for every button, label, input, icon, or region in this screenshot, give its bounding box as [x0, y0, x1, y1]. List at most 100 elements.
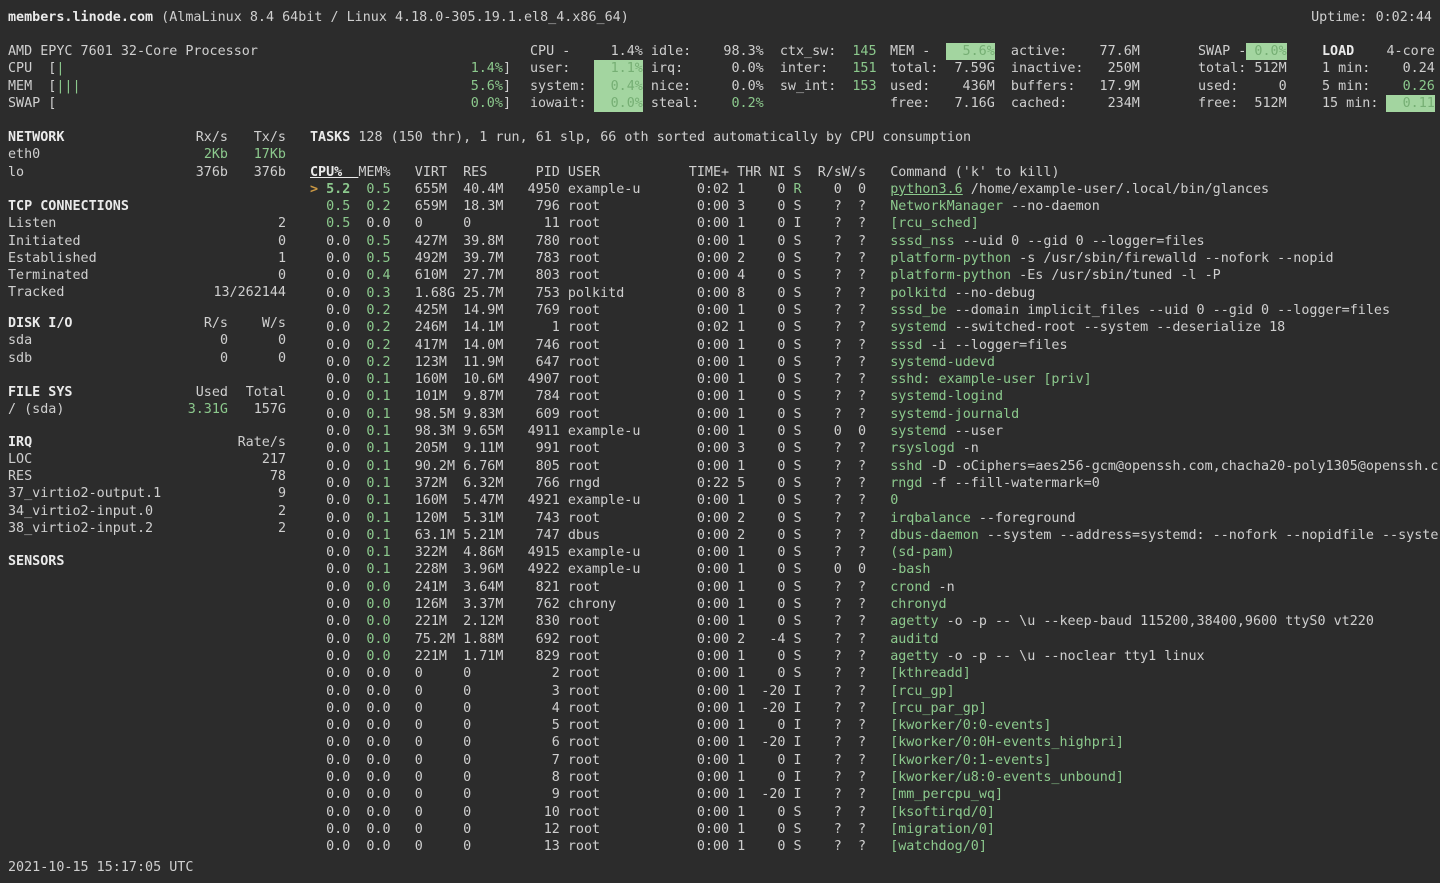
cell-status: S — [794, 233, 802, 250]
cell-mem: 0.0 — [358, 838, 390, 855]
cell-thr: 2 — [737, 527, 761, 544]
bar-fill: ||| — [56, 78, 470, 95]
spacer — [350, 388, 358, 405]
sort-marker-icon — [310, 596, 318, 613]
cell-ws: 0 — [842, 423, 866, 440]
column-cpu: CPU% — [310, 164, 358, 181]
cell-res: 40.4M — [463, 181, 511, 198]
cell-thr: 1 — [737, 734, 761, 751]
cell-ni: 0 — [761, 544, 785, 561]
row-value-1: 0 — [220, 350, 228, 367]
spacer — [729, 734, 737, 751]
spacer — [729, 683, 737, 700]
spacer — [391, 233, 415, 250]
cell-pid: 4950 — [511, 181, 559, 198]
spacer — [802, 371, 818, 388]
cell-cpu: 0.0 — [318, 337, 350, 354]
mem-stat-line: used:436M buffers:17.9M — [890, 78, 1140, 95]
section-title: FILE SYS — [8, 385, 73, 400]
cell-status: S — [794, 648, 802, 665]
data-row: Established1 — [8, 250, 286, 267]
row-name: 38_virtio2-input.2 — [8, 521, 153, 536]
spacer — [729, 164, 737, 181]
spacer — [391, 786, 415, 803]
cell-cpu: 0.0 — [318, 804, 350, 821]
cell-command-args: -D -oCiphers=aes256-gcm@openssh.com,chac… — [922, 459, 1438, 474]
cell-ws: ? — [842, 734, 866, 751]
cell-mem: 0.2 — [358, 319, 390, 336]
cell-virt: 492M — [415, 250, 463, 267]
cell-command-name: [kworker/0:0H-events_highpri] — [890, 735, 1124, 750]
cpu-stat-cell: steal: — [651, 95, 707, 112]
data-row: Terminated0 — [8, 267, 286, 284]
cell-rs: ? — [818, 769, 842, 786]
cell-cpu: 0.0 — [318, 371, 350, 388]
spacer — [729, 440, 737, 457]
spacer — [350, 250, 358, 267]
cell-time: 0:00 — [648, 388, 729, 405]
load-stat-line: 5 min:0.26 — [1322, 78, 1435, 95]
cell-cpu: 0.0 — [318, 423, 350, 440]
cell-thr: 1 — [737, 838, 761, 855]
spacer — [350, 752, 358, 769]
spacer — [866, 250, 890, 267]
row-value-2: 0 — [278, 267, 286, 284]
cell-pid: 753 — [511, 285, 559, 302]
cell-ni: -20 — [761, 734, 785, 751]
cell-time: 0:00 — [648, 215, 729, 232]
data-row: RES78 — [8, 468, 286, 485]
cell-pid: 4907 — [511, 371, 559, 388]
cell-status: S — [794, 596, 802, 613]
cell-virt: 0 — [415, 215, 463, 232]
cell-res: 0 — [463, 821, 511, 838]
cell-time: 0:00 — [648, 665, 729, 682]
sort-marker-icon — [310, 198, 318, 215]
cell-status: S — [794, 423, 802, 440]
cell-res: 5.21M — [463, 527, 511, 544]
cell-cpu: 0.0 — [318, 769, 350, 786]
cell-mem: 0.1 — [358, 561, 390, 578]
spacer — [350, 215, 358, 232]
cell-ws: ? — [842, 233, 866, 250]
section-header: FILE SYSUsedTotal — [8, 384, 286, 401]
cell-ws: ? — [842, 665, 866, 682]
sort-marker-icon — [310, 510, 318, 527]
cell-pid: 7 — [511, 752, 559, 769]
cell-mem: 0.0 — [358, 631, 390, 648]
spacer — [729, 717, 737, 734]
cell-status: S — [794, 804, 802, 821]
cell-ws: ? — [842, 613, 866, 630]
spacer — [560, 319, 568, 336]
spacer — [391, 838, 415, 855]
cell-rs: ? — [818, 631, 842, 648]
spacer — [350, 804, 358, 821]
spacer — [785, 786, 793, 803]
sort-marker-icon — [310, 717, 318, 734]
spacer — [350, 734, 358, 751]
swap-stat-line: free:512M — [1198, 95, 1287, 112]
spacer — [560, 752, 568, 769]
column-header: W/s — [262, 315, 286, 332]
cell-thr: 1 — [737, 561, 761, 578]
spacer — [350, 613, 358, 630]
spacer — [350, 596, 358, 613]
cell-mem: 0.0 — [358, 804, 390, 821]
spacer — [350, 492, 358, 509]
spacer — [560, 510, 568, 527]
glances-terminal[interactable]: members.linode.com (AlmaLinux 8.4 64bit … — [0, 0, 1440, 883]
data-row: / (sda)3.31G157G — [8, 401, 286, 418]
row-name: Established — [8, 251, 97, 266]
sidebar-section-tcp: TCP CONNECTIONSListen2Initiated0Establis… — [8, 198, 286, 302]
process-row: 0.0 0.5 492M39.7M783 root0:00 20 S ?? pl… — [310, 250, 1440, 267]
spacer — [866, 821, 890, 838]
cell-rs: ? — [818, 337, 842, 354]
cell-command-args: --uid 0 --gid 0 --logger=files — [955, 234, 1205, 249]
cpu-stat-cell: 98.3% — [707, 43, 763, 60]
process-row: 0.0 0.3 1.68G25.7M753 polkitd0:00 80 S ?… — [310, 285, 1440, 302]
cell-time: 0:00 — [648, 510, 729, 527]
column-user: USER — [568, 164, 649, 181]
cell-ni: 0 — [761, 510, 785, 527]
process-row: 0.0 0.1 120M5.31M743 root0:00 20 S ?? ir… — [310, 510, 1440, 527]
cell-res: 11.9M — [463, 354, 511, 371]
cell-command-name: chronyd — [890, 597, 946, 612]
